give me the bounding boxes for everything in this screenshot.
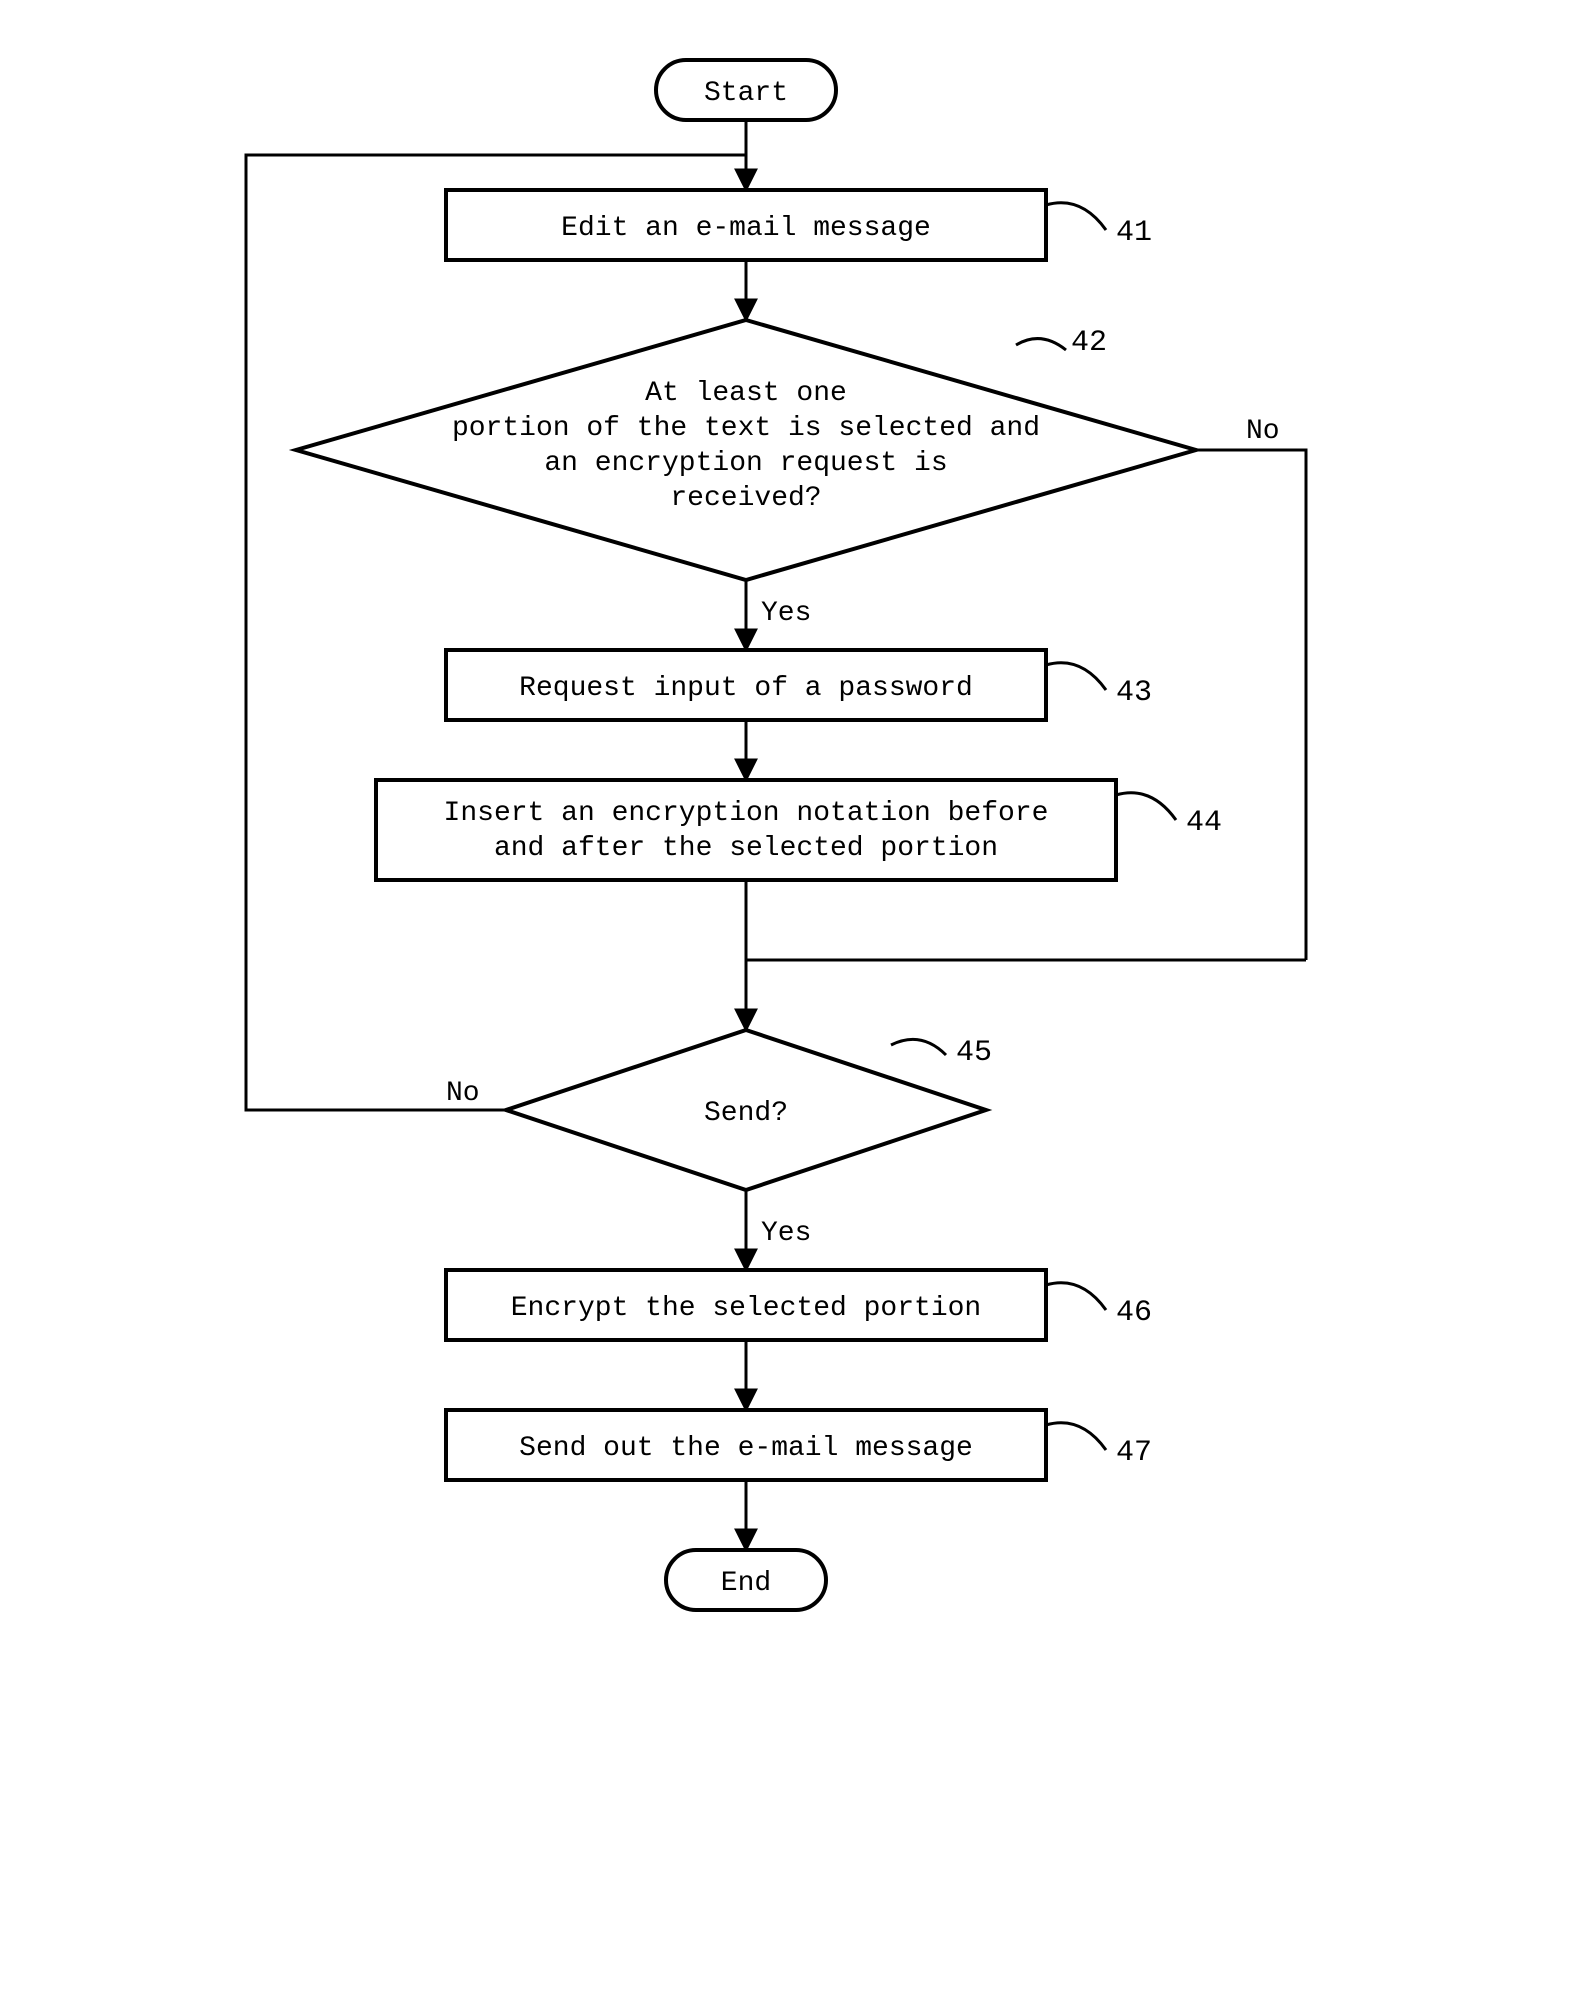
step46-label: Encrypt the selected portion [511,1293,981,1324]
ref-45: 45 [956,1036,992,1070]
step44-l1: Insert an encryption notation before [444,798,1049,829]
step41-label: Edit an e-mail message [561,213,931,244]
decision-45: Send? [506,1030,986,1190]
process-41: Edit an e-mail message [446,190,1046,260]
terminator-start: Start [656,60,836,120]
edge-42-yes: Yes [761,598,811,629]
process-43: Request input of a password [446,650,1046,720]
ref-42: 42 [1071,326,1107,360]
ref-47: 47 [1116,1436,1152,1470]
edge-42-no: No [1246,416,1280,447]
process-46: Encrypt the selected portion [446,1270,1046,1340]
step43-label: Request input of a password [519,673,973,704]
step42-l4: received? [670,483,821,514]
ref-41: 41 [1116,216,1152,250]
decision-42: At least one portion of the text is sele… [296,320,1196,580]
step42-l2: portion of the text is selected and [452,413,1040,444]
start-label: Start [704,78,788,109]
terminator-end: End [666,1550,826,1610]
flowchart: Start Edit an e-mail message 41 At least… [186,40,1386,1740]
end-label: End [721,1568,771,1599]
step42-l3: an encryption request is [544,448,947,479]
ref-43: 43 [1116,676,1152,710]
edge-45-no: No [446,1078,480,1109]
step44-l2: and after the selected portion [494,833,998,864]
ref-46: 46 [1116,1296,1152,1330]
process-44: Insert an encryption notation before and… [376,780,1116,880]
process-47: Send out the e-mail message [446,1410,1046,1480]
step42-l1: At least one [645,378,847,409]
step45-label: Send? [704,1098,788,1129]
step47-label: Send out the e-mail message [519,1433,973,1464]
edge-45-yes: Yes [761,1218,811,1249]
ref-44: 44 [1186,806,1222,840]
